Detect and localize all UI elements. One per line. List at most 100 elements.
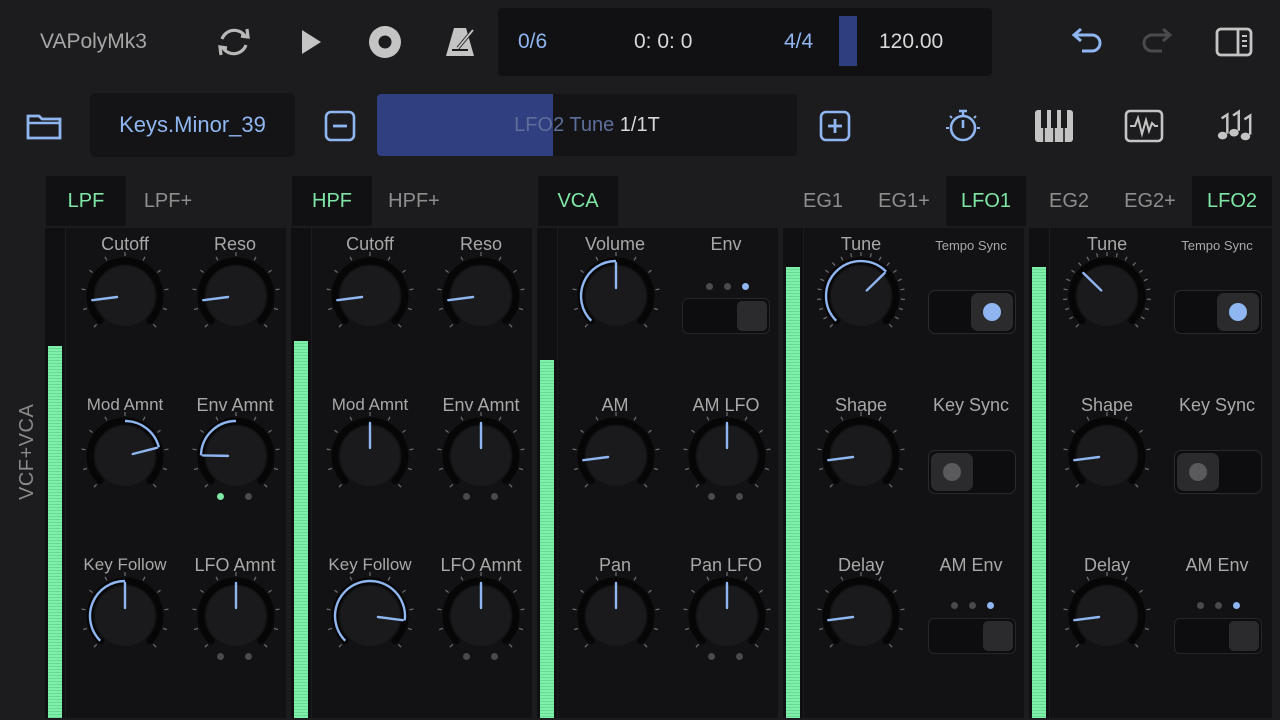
indicator-dot <box>1197 602 1204 609</box>
waveform-icon[interactable] <box>1124 106 1164 146</box>
lfo-amount-source-indicator[interactable] <box>217 653 252 660</box>
lfo1-am-env-selector[interactable] <box>928 618 1016 654</box>
knob-dial <box>437 572 525 648</box>
toggle-thumb <box>931 453 973 491</box>
meter-level <box>294 340 308 718</box>
knob-dial <box>817 572 905 648</box>
vca-pan-knob[interactable] <box>566 566 666 666</box>
hpf-reso-knob[interactable] <box>431 246 531 346</box>
tab-eg2-plus[interactable]: EG2+ <box>1112 176 1188 226</box>
pan-lfo-source-indicator[interactable] <box>708 653 743 660</box>
knob-dial <box>817 412 905 488</box>
knob-dial <box>683 572 771 648</box>
env-amount-source-indicator[interactable] <box>463 493 498 500</box>
notes-icon[interactable] <box>1214 106 1254 146</box>
tab-lfo1[interactable]: LFO1 <box>946 176 1026 226</box>
lfo2-shape-knob[interactable] <box>1057 406 1157 506</box>
indicator-dot <box>742 283 749 290</box>
knob-dial <box>437 252 525 328</box>
tab-lpf[interactable]: LPF <box>46 176 126 226</box>
tab-eg1[interactable]: EG1 <box>790 176 856 226</box>
lfo1-tempo-sync-toggle[interactable] <box>928 290 1016 334</box>
indicator-dot <box>951 602 958 609</box>
knob-dial <box>192 252 280 328</box>
lpf-key-follow-knob[interactable] <box>75 566 175 666</box>
lfo1-delay-knob[interactable] <box>811 566 911 666</box>
lfo2-tune-knob[interactable] <box>1057 246 1157 346</box>
folder-icon[interactable] <box>24 106 64 146</box>
parameter-display[interactable]: LFO2 Tune 1/1T <box>377 94 797 156</box>
lfo2-key-sync-toggle[interactable] <box>1174 450 1262 494</box>
lpf-lfo-amount-knob[interactable] <box>186 566 286 666</box>
preset-name[interactable]: Keys.Minor_39 <box>90 93 295 157</box>
metronome-icon[interactable] <box>440 22 480 62</box>
indicator-dot <box>491 653 498 660</box>
selector-label: AM Env <box>939 555 1003 575</box>
knob-dial <box>572 412 660 488</box>
lfo2-tempo-sync-toggle[interactable] <box>1174 290 1262 334</box>
hpf-cutoff-knob[interactable] <box>320 246 420 346</box>
lpf-reso-knob[interactable] <box>186 246 286 346</box>
tempo-indicator <box>839 16 857 66</box>
transport-display: 0/6 0: 0: 0 4/4 120.00 <box>498 8 992 76</box>
lfo1-key-sync-toggle[interactable] <box>928 450 1016 494</box>
vca-pan-lfo-knob[interactable] <box>677 566 777 666</box>
tempo-value[interactable]: 120.00 <box>879 30 943 54</box>
knob-dial <box>326 572 414 648</box>
knob-dial <box>1063 572 1151 648</box>
vca-env-selector[interactable] <box>682 298 770 334</box>
time-signature[interactable]: 4/4 <box>784 30 813 54</box>
am-env-select-indicator <box>951 602 994 609</box>
sidebar-icon[interactable] <box>1214 22 1254 62</box>
indicator-dot <box>217 493 224 500</box>
loop-icon[interactable] <box>214 22 254 62</box>
vca-volume-knob[interactable] <box>566 246 666 346</box>
knob-dial <box>192 412 280 488</box>
tab-lpf-plus[interactable]: LPF+ <box>130 176 206 226</box>
meter-level <box>1032 267 1046 718</box>
lfo1-shape-knob[interactable] <box>811 406 911 506</box>
section-label: VCF+VCA <box>16 403 38 500</box>
tab-eg2[interactable]: EG2 <box>1036 176 1102 226</box>
hpf-env-amount-knob[interactable] <box>431 406 531 506</box>
indicator-dot <box>1233 602 1240 609</box>
am-lfo-source-indicator[interactable] <box>708 493 743 500</box>
app-title: VAPolyMk3 <box>40 30 147 53</box>
redo-icon[interactable] <box>1140 22 1180 62</box>
knob-dial <box>81 412 169 488</box>
env-amount-source-indicator[interactable] <box>217 493 252 500</box>
toggle-indicator <box>1229 303 1247 321</box>
tab-eg1-plus[interactable]: EG1+ <box>868 176 940 226</box>
lpf-cutoff-knob[interactable] <box>75 246 175 346</box>
lfo2-am-env-selector[interactable] <box>1174 618 1262 654</box>
hpf-mod-amount-knob[interactable] <box>320 406 420 506</box>
lpf-mod-amount-knob[interactable] <box>75 406 175 506</box>
minus-icon[interactable] <box>320 106 360 146</box>
knob-dial <box>326 252 414 328</box>
plus-icon[interactable] <box>815 106 855 146</box>
lfo1-tune-knob[interactable] <box>811 246 911 346</box>
timer-icon[interactable] <box>943 106 983 146</box>
tab-hpf-plus[interactable]: HPF+ <box>376 176 452 226</box>
lfo-amount-source-indicator[interactable] <box>463 653 498 660</box>
play-icon[interactable] <box>290 22 330 62</box>
tab-hpf[interactable]: HPF <box>292 176 372 226</box>
record-icon[interactable] <box>365 22 405 62</box>
indicator-dot <box>463 653 470 660</box>
hpf-key-follow-knob[interactable] <box>320 566 420 666</box>
lfo2-delay-knob[interactable] <box>1057 566 1157 666</box>
knob-dial <box>81 572 169 648</box>
parameter-readout: LFO2 Tune 1/1T <box>377 114 797 137</box>
undo-icon[interactable] <box>1064 22 1104 62</box>
tab-vca[interactable]: VCA <box>538 176 618 226</box>
knob-dial <box>1063 412 1151 488</box>
tab-lfo2[interactable]: LFO2 <box>1192 176 1272 226</box>
indicator-dot <box>708 653 715 660</box>
position-counter[interactable]: 0/6 <box>518 30 547 54</box>
vca-am-knob[interactable] <box>566 406 666 506</box>
lpf-env-amount-knob[interactable] <box>186 406 286 506</box>
keyboard-icon[interactable] <box>1034 106 1074 146</box>
vca-am-lfo-knob[interactable] <box>677 406 777 506</box>
hpf-lfo-amount-knob[interactable] <box>431 566 531 666</box>
selector-thumb <box>983 621 1013 651</box>
